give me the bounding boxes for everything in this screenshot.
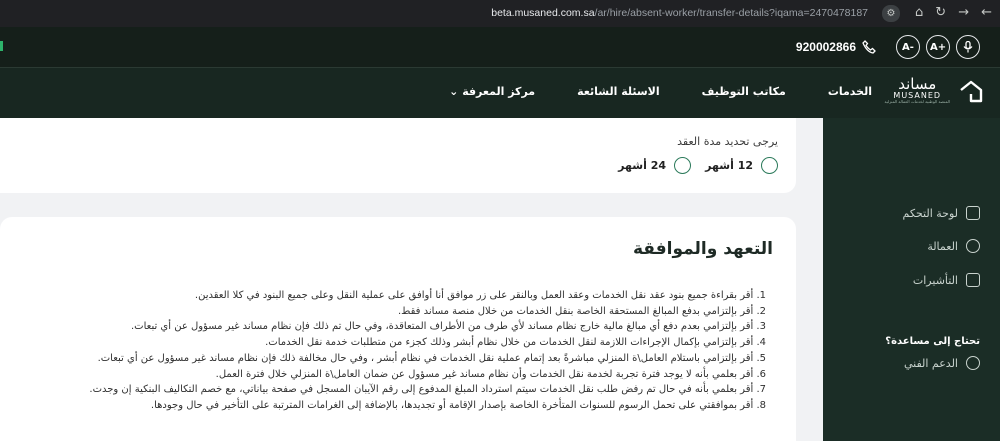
sidebar: لوحة التحكم العمالة التأشيرات تحتاج إلى … [823, 118, 1000, 441]
terms-item: 8. أقر بموافقتي على تحمل الرسوم للسنوات … [150, 399, 766, 411]
logo-mark-icon [960, 80, 983, 102]
url-path: /ar/hire/absent-worker/transfer-details?… [594, 7, 868, 19]
sidebar-item-label: التأشيرات [912, 273, 958, 287]
contract-duration-prompt: يرجى تحديد مدة العقد [677, 135, 778, 148]
terms-item: 7. أقر بعلمي بأنه في حال تم رفض طلب نقل … [89, 384, 766, 396]
terms-item: 6. أقر بعلمي بأنه لا يوجد فترة تجربة لخد… [215, 368, 766, 380]
terms-item: 2. أقر بإلتزامي بدفع المبالغ المستحقة ال… [397, 305, 766, 317]
utility-bar: +A -A 920002866 [0, 27, 1000, 67]
terms-title: التعهد والموافقة [632, 239, 773, 259]
support-icon [966, 356, 980, 370]
browser-nav-icons: ← → ↻ ⌂ [915, 5, 992, 20]
sidebar-item-dashboard[interactable]: لوحة التحكم [903, 206, 980, 220]
nav-recruitment-offices[interactable]: مكاتب التوظيف [702, 85, 786, 98]
musaned-logo[interactable]: مساند MUSANED المنصة الوطنية لخدمات العم… [885, 77, 985, 104]
nav-services[interactable]: الخدمات [828, 85, 872, 98]
forward-icon[interactable]: → [958, 5, 969, 20]
workers-icon [966, 239, 980, 253]
sidebar-item-label: لوحة التحكم [902, 206, 958, 220]
nav-knowledge-label: مركز المعرفة [462, 85, 536, 98]
logo-text: مساند MUSANED المنصة الوطنية لخدمات العم… [885, 77, 951, 104]
address-bar[interactable]: beta.musaned.com.sa/ar/hire/absent-worke… [491, 7, 868, 19]
terms-card: التعهد والموافقة 1. أقر بقراءة جميع بنود… [0, 217, 796, 441]
sidebar-item-support[interactable]: الدعم الفني [904, 356, 980, 370]
nav-knowledge-center[interactable]: مركز المعرفة ⌄ [449, 85, 535, 98]
phone-link[interactable]: 920002866 [796, 40, 876, 54]
sidebar-item-visas[interactable]: التأشيرات [913, 273, 980, 287]
radio-12-months[interactable] [761, 157, 778, 174]
logo-arabic: مساند [898, 75, 937, 93]
sidebar-item-label: الدعم الفني [903, 356, 958, 370]
logo-subtitle: المنصة الوطنية لخدمات العمالة المنزلية [884, 99, 951, 104]
browser-toolbar: ← → ↻ ⌂ ⚙ beta.musaned.com.sa/ar/hire/ab… [0, 0, 1000, 27]
microphone-icon[interactable] [956, 35, 980, 59]
terms-item: 4. أقر بإلتزامي بإكمال الإجراءات اللازمة… [265, 337, 766, 349]
phone-icon [862, 40, 876, 54]
nav-links: الخدمات مكاتب التوظيف الاسئلة الشائعة مر… [449, 85, 872, 98]
terms-list: 1. أقر بقراءة جميع بنود عقد نقل الخدمات … [89, 288, 766, 414]
sidebar-item-workers[interactable]: العمالة [927, 239, 980, 253]
terms-item: 1. أقر بقراءة جميع بنود عقد نقل الخدمات … [194, 290, 766, 301]
nav-faq[interactable]: الاسئلة الشائعة [577, 85, 660, 98]
option-24-months[interactable]: 24 أشهر [618, 157, 691, 174]
help-heading: تحتاج إلى مساعدة؟ [885, 336, 980, 347]
option-label: 12 أشهر [705, 159, 753, 172]
dashboard-icon [966, 206, 980, 220]
accessibility-tools: +A -A 920002866 [796, 35, 980, 59]
terms-item: 3. أقر بإلتزامي بعدم دفع أي مبالغ مالية … [130, 321, 766, 333]
radio-24-months[interactable] [674, 157, 691, 174]
site-settings-icon[interactable]: ⚙ [882, 5, 900, 22]
reload-icon[interactable]: ↻ [935, 5, 946, 20]
phone-number: 920002866 [795, 40, 856, 54]
home-icon[interactable]: ⌂ [915, 5, 923, 20]
url-host: beta.musaned.com.sa [491, 7, 595, 19]
font-decrease-button[interactable]: -A [896, 35, 920, 59]
font-increase-button[interactable]: +A [926, 35, 950, 59]
terms-item: 5. أقر بإلتزامي باستلام العامل\ة المنزلي… [97, 352, 766, 364]
sidebar-item-label: العمالة [927, 239, 958, 253]
accent-edge [0, 41, 3, 51]
option-label: 24 أشهر [618, 159, 666, 172]
main-navigation: مساند MUSANED المنصة الوطنية لخدمات العم… [0, 67, 1000, 118]
option-12-months[interactable]: 12 أشهر [705, 157, 778, 174]
chevron-down-icon: ⌄ [449, 85, 459, 98]
contract-duration-card: يرجى تحديد مدة العقد 12 أشهر 24 أشهر [0, 118, 796, 193]
visa-icon [966, 273, 980, 287]
back-icon[interactable]: ← [981, 5, 992, 20]
